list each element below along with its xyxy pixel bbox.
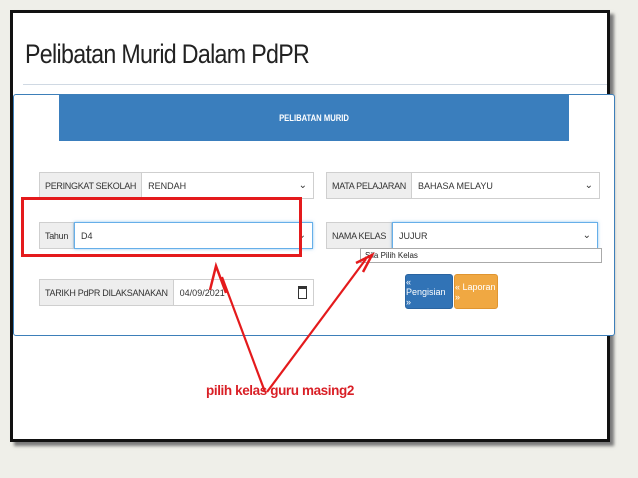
annotation-text: pilih kelas guru masing2 bbox=[206, 383, 354, 398]
annotation-arrows bbox=[208, 252, 375, 393]
